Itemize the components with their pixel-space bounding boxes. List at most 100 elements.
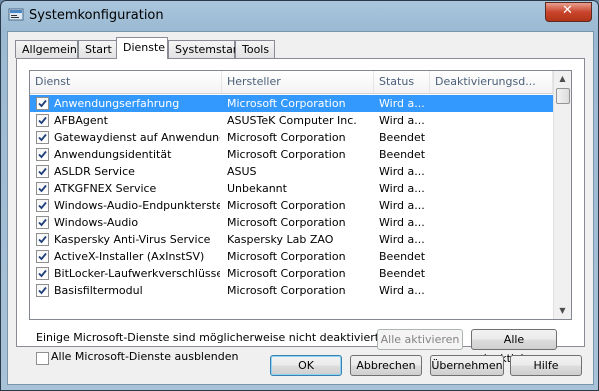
service-checkbox[interactable] — [36, 148, 49, 161]
checkmark-icon — [38, 133, 47, 142]
dialog-client-area: Allgemein Start Dienste Systemstart Tool… — [7, 31, 594, 385]
column-header-hersteller[interactable]: Hersteller — [222, 71, 374, 93]
tab-tools[interactable]: Tools — [235, 40, 275, 58]
service-row[interactable]: BitLocker-Laufwerkverschlüsselu... Micros… — [30, 265, 553, 282]
service-checkbox[interactable] — [36, 165, 49, 178]
tab-start[interactable]: Start — [78, 40, 118, 58]
ok-button[interactable]: OK — [270, 355, 342, 376]
service-row[interactable]: Anwendungsidentität Microsoft Corporation… — [30, 146, 553, 163]
service-row[interactable]: Gatewaydienst auf Anwendungs... Microsoft… — [30, 129, 553, 146]
checkmark-icon — [38, 269, 47, 278]
service-checkbox[interactable] — [36, 250, 49, 263]
checkmark-icon — [38, 201, 47, 210]
service-row[interactable]: Basisfiltermodul Microsoft Corporation Wir… — [30, 282, 553, 299]
service-row[interactable]: ActiveX-Installer (AxInstSV) Microsoft Co… — [30, 248, 553, 265]
service-vendor: Microsoft Corporation — [227, 250, 346, 263]
system-configuration-window: Systemkonfiguration ✕ Allgemein Start Di… — [0, 0, 599, 391]
service-name: Anwendungsidentität — [54, 148, 172, 161]
close-button[interactable]: ✕ — [545, 2, 592, 22]
services-tab-panel: Dienst Hersteller Status Deaktivierungsd… — [16, 58, 585, 365]
service-vendor: Microsoft Corporation — [227, 131, 346, 144]
service-checkbox[interactable] — [36, 114, 49, 127]
services-list[interactable]: Dienst Hersteller Status Deaktivierungsd… — [29, 70, 572, 320]
vertical-scrollbar[interactable]: ▲ ▼ — [553, 71, 571, 319]
service-name: Basisfiltermodul — [54, 284, 143, 297]
service-name: Windows-Audio — [54, 216, 139, 229]
tab-systemstart[interactable]: Systemstart — [168, 40, 242, 58]
service-vendor: Microsoft Corporation — [227, 199, 346, 212]
service-status: Wird a... — [379, 216, 425, 229]
hide-microsoft-services-label: Alle Microsoft-Dienste ausblenden — [51, 350, 239, 363]
service-checkbox[interactable] — [36, 216, 49, 229]
title-bar[interactable]: Systemkonfiguration ✕ — [1, 1, 598, 31]
checkmark-icon — [38, 99, 47, 108]
service-status: Beendet — [379, 267, 426, 280]
service-name: Windows-Audio-Endpunkterstell... — [54, 199, 220, 212]
window-title: Systemkonfiguration — [29, 8, 164, 23]
service-status: Wird a... — [379, 233, 425, 246]
service-row[interactable]: AFBAgent ASUSTeK Computer Inc. Wird a... — [30, 112, 553, 129]
scroll-thumb[interactable] — [556, 88, 570, 104]
checkmark-icon — [38, 252, 47, 261]
service-vendor: Kaspersky Lab ZAO — [227, 233, 334, 246]
help-button[interactable]: Hilfe — [510, 355, 582, 376]
service-vendor: Microsoft Corporation — [227, 267, 346, 280]
list-header: Dienst Hersteller Status Deaktivierungsd… — [30, 71, 553, 94]
service-checkbox[interactable] — [36, 267, 49, 280]
tab-dienste[interactable]: Dienste — [116, 37, 168, 59]
service-checkbox[interactable] — [36, 131, 49, 144]
service-vendor: ASUSTeK Computer Inc. — [227, 114, 357, 127]
service-checkbox[interactable] — [36, 199, 49, 212]
service-status: Beendet — [379, 148, 426, 161]
service-checkbox[interactable] — [36, 97, 49, 110]
service-row[interactable]: Windows-Audio Microsoft Corporation Wird a… — [30, 214, 553, 231]
column-header-dienst[interactable]: Dienst — [30, 71, 222, 93]
service-vendor: Microsoft Corporation — [227, 284, 346, 297]
checkmark-icon — [38, 150, 47, 159]
service-status: Wird a... — [379, 97, 425, 110]
checkmark-icon — [38, 235, 47, 244]
scroll-down-arrow-icon[interactable]: ▼ — [555, 303, 570, 319]
service-row[interactable]: Anwendungserfahrung Microsoft Corporation… — [30, 95, 553, 112]
service-vendor: ASUS — [227, 165, 257, 178]
scroll-up-arrow-icon[interactable]: ▲ — [555, 71, 570, 87]
microsoft-services-note: Einige Microsoft-Dienste sind möglicherw… — [36, 331, 383, 344]
service-status: Wird a... — [379, 284, 425, 297]
hide-microsoft-services-checkbox[interactable] — [36, 352, 49, 365]
service-status: Beendet — [379, 131, 426, 144]
service-status: Wird a... — [379, 182, 425, 195]
checkmark-icon — [38, 167, 47, 176]
checkmark-icon — [38, 116, 47, 125]
service-status: Wird a... — [379, 199, 425, 212]
service-status: Wird a... — [379, 114, 425, 127]
column-header-status[interactable]: Status — [374, 71, 430, 93]
service-vendor: Unbekannt — [227, 182, 287, 195]
tab-allgemein[interactable]: Allgemein — [15, 40, 78, 58]
checkmark-icon — [38, 184, 47, 193]
msconfig-icon — [8, 8, 24, 21]
service-status: Wird a... — [379, 165, 425, 178]
apply-button[interactable]: Übernehmen — [430, 355, 504, 376]
service-name: Gatewaydienst auf Anwendungs... — [54, 131, 220, 144]
service-checkbox[interactable] — [36, 233, 49, 246]
enable-all-button[interactable]: Alle aktivieren — [377, 329, 463, 350]
service-checkbox[interactable] — [36, 182, 49, 195]
service-checkbox[interactable] — [36, 284, 49, 297]
service-name: AFBAgent — [54, 114, 108, 127]
checkmark-icon — [38, 286, 47, 295]
service-vendor: Microsoft Corporation — [227, 97, 346, 110]
service-name: BitLocker-Laufwerkverschlüsselu... — [54, 267, 220, 280]
service-name: ActiveX-Installer (AxInstSV) — [54, 250, 205, 263]
service-name: Anwendungserfahrung — [54, 97, 180, 110]
service-row[interactable]: ASLDR Service ASUS Wird a... — [30, 163, 553, 180]
service-name: Kaspersky Anti-Virus Service — [54, 233, 211, 246]
column-header-deaktivierungsdatum[interactable]: Deaktivierungsd... — [430, 71, 553, 93]
service-row[interactable]: Windows-Audio-Endpunkterstell... Microsof… — [30, 197, 553, 214]
service-name: ATKGFNEX Service — [54, 182, 157, 195]
service-row[interactable]: ATKGFNEX Service Unbekannt Wird a... — [30, 180, 553, 197]
cancel-button[interactable]: Abbrechen — [350, 355, 422, 376]
close-icon: ✕ — [562, 3, 573, 18]
disable-all-button[interactable]: Alle deaktivieren — [471, 329, 557, 365]
service-row[interactable]: Kaspersky Anti-Virus Service Kaspersky La… — [30, 231, 553, 248]
checkmark-icon — [38, 218, 47, 227]
